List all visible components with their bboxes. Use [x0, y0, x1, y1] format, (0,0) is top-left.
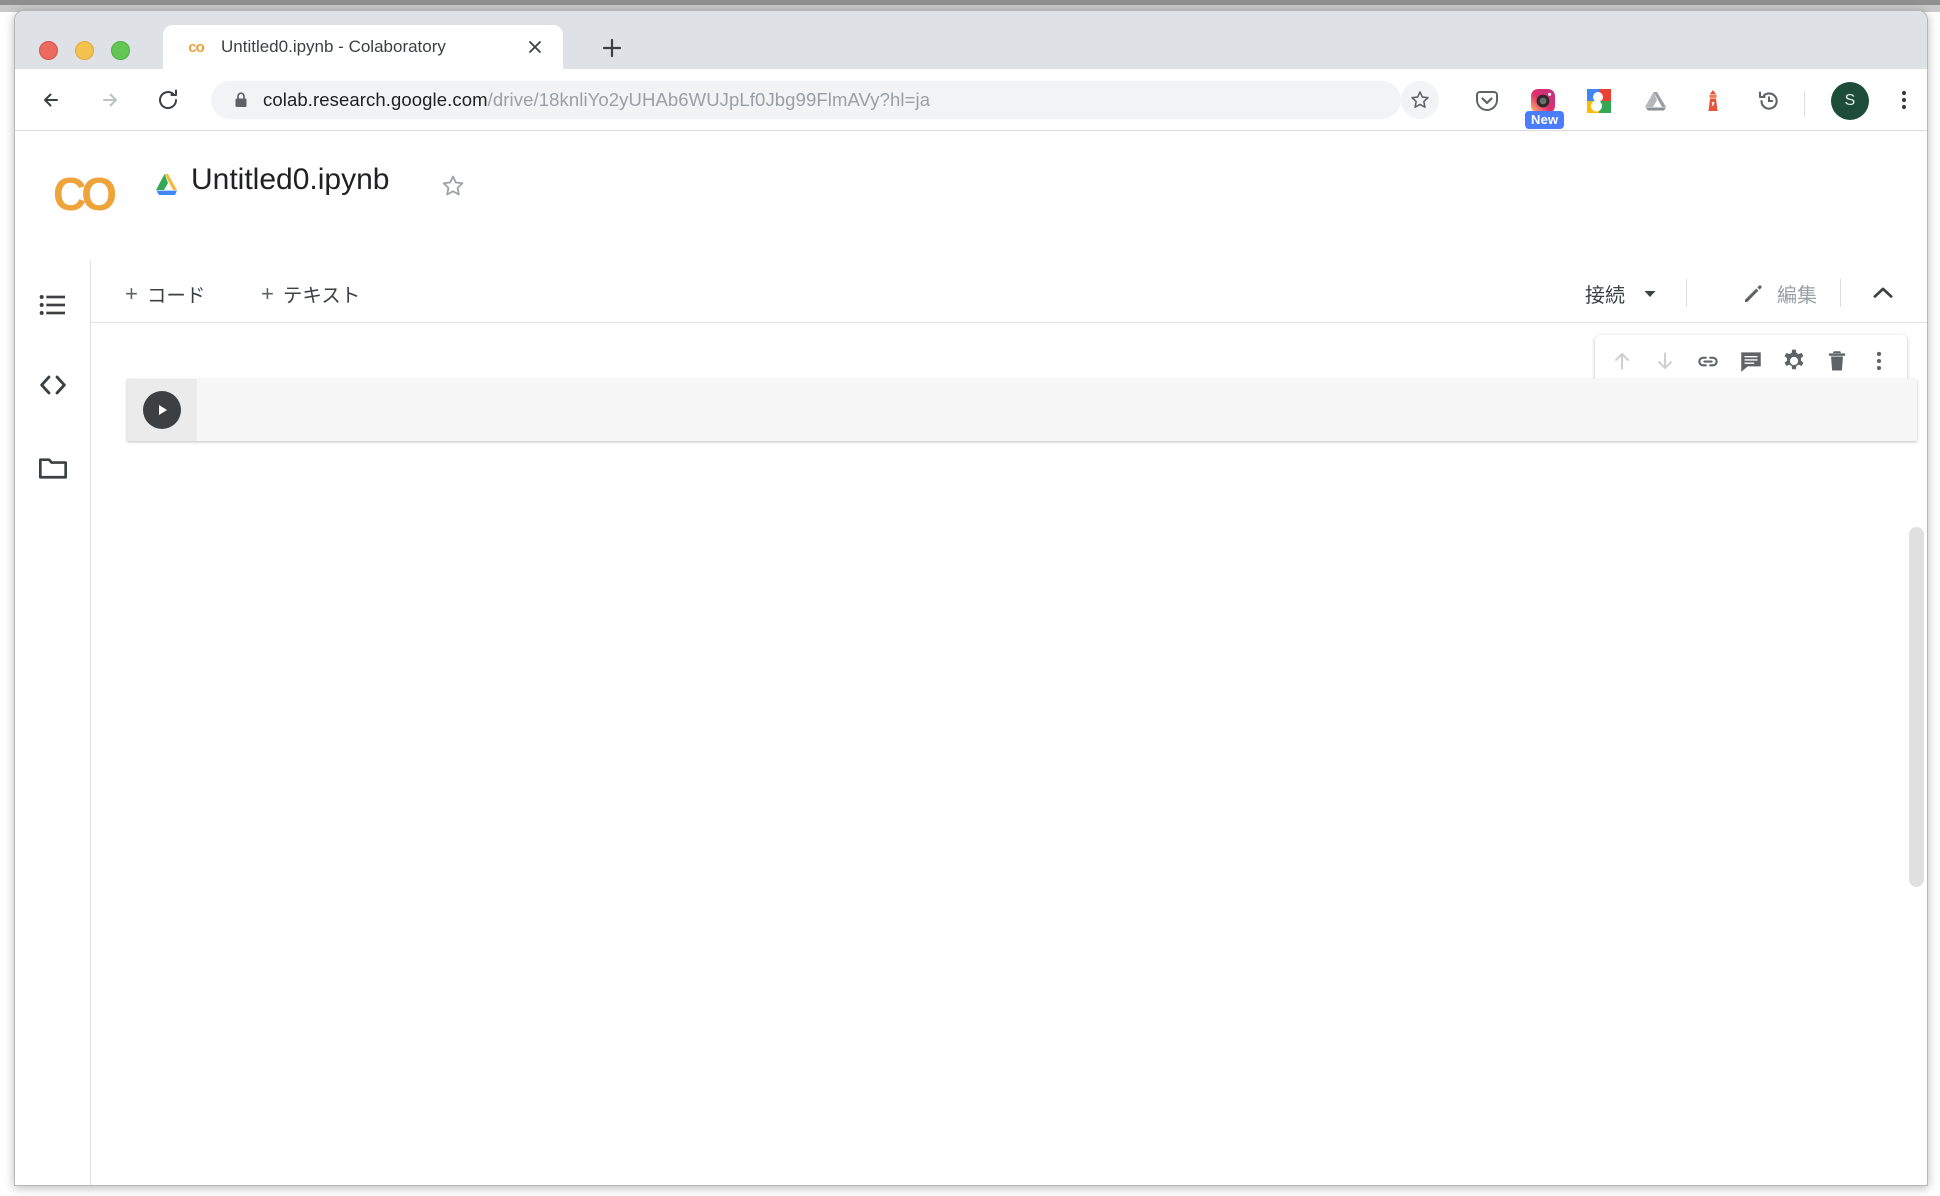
sidebar-item-files[interactable]: [37, 451, 69, 483]
toolbar-divider: [1840, 279, 1841, 307]
colab-page: CO Untitled0.ipynb ファイル 編集 表示 挿入 ラン: [15, 131, 1927, 1185]
plus-icon: +: [261, 280, 274, 306]
arrow-up-icon[interactable]: [1608, 347, 1636, 375]
sidebar-item-code-snippets[interactable]: [37, 369, 69, 401]
back-arrow-icon[interactable]: [35, 83, 69, 117]
play-icon[interactable]: [143, 391, 181, 429]
history-restore-icon[interactable]: [1755, 87, 1783, 115]
plus-icon: +: [125, 280, 138, 306]
desktop-background-edge: [0, 0, 1940, 5]
link-icon[interactable]: [1694, 347, 1722, 375]
gear-icon[interactable]: [1780, 347, 1808, 375]
chrome-profile-avatar[interactable]: S: [1831, 82, 1869, 120]
toolbar-divider: [1804, 91, 1805, 117]
forward-arrow-icon[interactable]: [93, 83, 127, 117]
browser-tab[interactable]: co Untitled0.ipynb - Colaboratory: [163, 25, 563, 69]
window-minimize-button[interactable]: [75, 41, 94, 60]
sidebar-item-table-of-contents[interactable]: [37, 289, 69, 321]
star-outline-icon[interactable]: [440, 173, 466, 199]
browser-tab-strip: co Untitled0.ipynb - Colaboratory: [15, 11, 1927, 69]
reload-icon[interactable]: [151, 83, 185, 117]
page-scrollbar-thumb[interactable]: [1909, 527, 1924, 887]
notebook-title[interactable]: Untitled0.ipynb: [191, 163, 389, 197]
extension-new-badge: New: [1525, 111, 1565, 129]
notebook-canvas: [91, 323, 1927, 1185]
add-code-label: コード: [146, 285, 206, 307]
code-editor-input[interactable]: [197, 379, 1917, 441]
arrow-down-icon[interactable]: [1651, 347, 1679, 375]
pocket-icon[interactable]: [1473, 87, 1501, 115]
address-bar-url: colab.research.google.com/drive/18knliYo…: [263, 89, 930, 111]
colab-logo[interactable]: CO: [53, 169, 117, 219]
three-dot-menu-icon[interactable]: [1893, 85, 1915, 115]
add-text-cell-button[interactable]: + テキスト: [261, 279, 360, 308]
caret-down-icon: [1641, 285, 1659, 303]
colab-favicon-icon: co: [188, 38, 205, 56]
browser-tab-title: Untitled0.ipynb - Colaboratory: [221, 37, 446, 56]
notebook-toolbar: + コード + テキスト 接続 編集: [91, 261, 1927, 323]
colab-sidebar: [15, 261, 91, 1185]
code-cell[interactable]: [127, 379, 1917, 441]
toolbar-divider: [1686, 279, 1687, 307]
url-path: /drive/18knliYo2yUHAb6WUJpLf0Jbg99FlmAVy…: [487, 89, 931, 110]
window-maximize-button[interactable]: [111, 41, 130, 60]
window-close-button[interactable]: [39, 41, 58, 60]
pencil-icon: [1741, 282, 1765, 306]
connect-button[interactable]: 接続: [1585, 279, 1659, 308]
three-dot-menu-icon[interactable]: [1865, 347, 1893, 375]
url-host: colab.research.google.com: [263, 89, 488, 110]
google-extension-icon[interactable]: [1585, 87, 1613, 115]
address-bar[interactable]: colab.research.google.com/drive/18knliYo…: [211, 81, 1401, 119]
chevron-up-icon[interactable]: [1869, 279, 1897, 307]
drive-icon: [155, 173, 181, 197]
browser-toolbar: colab.research.google.com/drive/18knliYo…: [15, 69, 1927, 131]
lighthouse-icon[interactable]: [1699, 87, 1727, 115]
comment-icon[interactable]: [1737, 347, 1765, 375]
edit-mode-button[interactable]: 編集: [1741, 279, 1817, 308]
colab-header: CO Untitled0.ipynb ファイル 編集 表示 挿入 ラン: [15, 131, 1927, 378]
close-tab-icon[interactable]: [525, 37, 545, 57]
add-text-label: テキスト: [282, 285, 361, 307]
cell-run-gutter: [127, 379, 197, 441]
edit-label: 編集: [1777, 285, 1817, 307]
browser-window: co Untitled0.ipynb - Colaboratory colab.…: [14, 10, 1928, 1186]
bookmark-star-icon[interactable]: [1401, 81, 1439, 119]
connect-label: 接続: [1585, 285, 1625, 307]
add-code-cell-button[interactable]: + コード: [125, 279, 205, 308]
page-scrollbar[interactable]: [1906, 515, 1927, 1185]
lock-icon: [233, 91, 249, 109]
new-tab-icon[interactable]: [597, 33, 627, 63]
trash-icon[interactable]: [1823, 347, 1851, 375]
google-drive-icon[interactable]: [1643, 87, 1671, 115]
